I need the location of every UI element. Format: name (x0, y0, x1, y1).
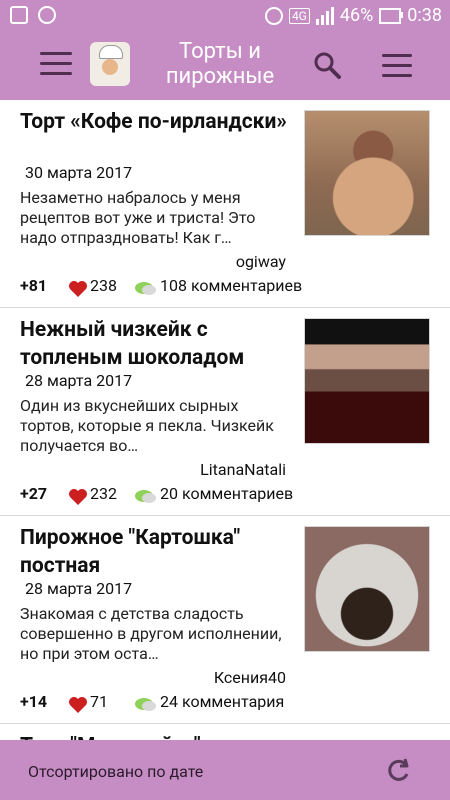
status-bar: 4G 46% 0:38 (0, 0, 450, 32)
list-item[interactable]: Торт «Кофе по-ирландски» 30 марта 2017 Н… (0, 100, 450, 308)
sort-bar: Отсортировано по дате (0, 740, 450, 800)
search-icon[interactable] (312, 50, 341, 79)
recipe-score: +14 (20, 692, 48, 711)
comments-count[interactable]: 20 комментариев (160, 484, 293, 503)
recipe-author[interactable]: LitanaNatali (200, 460, 286, 479)
recipe-thumbnail[interactable] (304, 110, 430, 236)
app-title: Торты и пирожные (165, 39, 275, 89)
status-right: 4G 46% 0:38 (264, 5, 442, 26)
battery-icon (379, 7, 404, 24)
heart-icon[interactable] (68, 696, 88, 714)
recipe-title[interactable]: Нежный чизкейк с топленым шоколадом (20, 316, 290, 372)
likes-count: 238 (90, 276, 117, 295)
recipe-date: 28 марта 2017 (25, 371, 133, 390)
refresh-icon[interactable] (384, 756, 412, 784)
recipe-score: +27 (20, 484, 48, 503)
status-time: 0:38 (407, 5, 442, 26)
battery-percent: 46% (339, 5, 374, 26)
app-bar: Торты и пирожные (0, 32, 450, 100)
recipe-author[interactable]: Ксения40 (214, 668, 286, 687)
hamburger-menu-icon[interactable] (40, 52, 72, 76)
chef-logo-icon (90, 42, 130, 86)
heart-icon[interactable] (68, 280, 88, 298)
network-type: 4G (288, 7, 310, 24)
recipe-title[interactable]: Торт «Кофе по-ирландски» (20, 108, 290, 136)
recipe-list: Торт «Кофе по-ирландски» 30 марта 2017 Н… (0, 100, 450, 740)
recipe-score: +81 (20, 276, 48, 295)
recipe-thumbnail[interactable] (304, 526, 430, 652)
recipe-title[interactable]: Пирожное "Картошка" постная (20, 524, 290, 580)
recipe-snippet: Один из вкуснейших сырных тортов, которы… (20, 396, 274, 455)
recipe-title[interactable]: Торт "Медовый ..." (20, 732, 201, 740)
comments-count[interactable]: 24 комментария (160, 692, 284, 711)
likes-count: 71 (90, 692, 108, 711)
heart-icon[interactable] (68, 488, 88, 506)
recipe-date: 28 марта 2017 (25, 579, 133, 598)
recipe-thumbnail[interactable] (304, 318, 430, 444)
comments-count[interactable]: 108 комментариев (160, 276, 302, 295)
likes-count: 232 (90, 484, 117, 503)
recipe-snippet: Незаметно набралось у меня рецептов вот … (20, 188, 256, 247)
overflow-menu-icon[interactable] (382, 54, 412, 77)
list-item[interactable]: Пирожное "Картошка" постная 28 марта 201… (0, 516, 450, 724)
recipe-author[interactable]: ogiway (236, 252, 286, 271)
alarm-icon (264, 6, 283, 25)
signal-icon (315, 6, 334, 25)
recipe-date: 30 марта 2017 (25, 163, 133, 182)
recipe-snippet: Знакомая с детства сладость совершенно в… (20, 604, 282, 663)
comments-icon[interactable] (134, 488, 156, 506)
list-item[interactable]: Торт "Медовый ..." (0, 724, 450, 740)
status-left-icons (10, 6, 56, 24)
comments-icon[interactable] (134, 280, 156, 298)
sort-label: Отсортировано по дате (28, 762, 204, 781)
gallery-icon (10, 6, 28, 24)
list-item[interactable]: Нежный чизкейк с топленым шоколадом 28 м… (0, 308, 450, 516)
comments-icon[interactable] (134, 696, 156, 714)
sync-icon (38, 6, 56, 24)
